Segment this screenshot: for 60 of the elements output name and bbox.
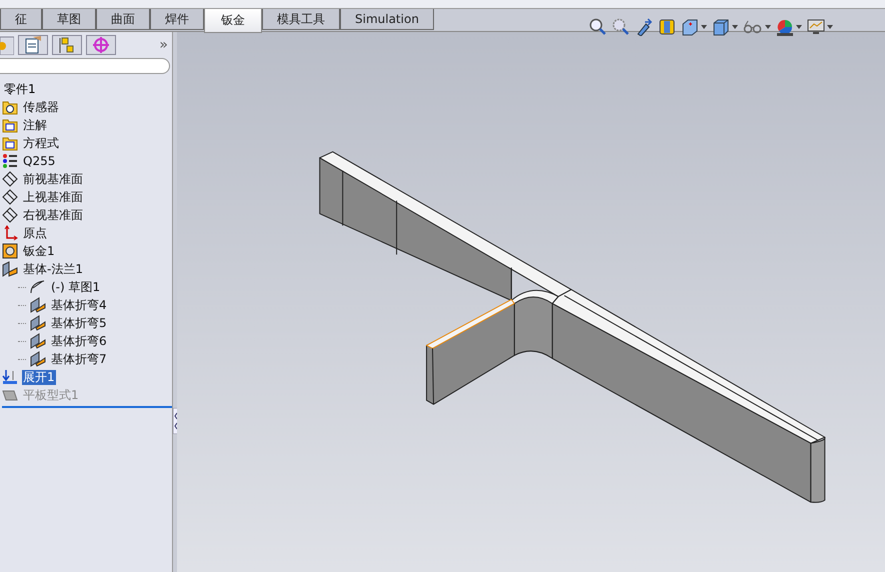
glasses-icon[interactable] <box>743 18 763 36</box>
unfold-icon <box>2 369 18 385</box>
ribbon-tab[interactable]: 曲面 <box>96 9 150 30</box>
crosshair-tab-icon[interactable] <box>86 35 116 55</box>
more-button[interactable]: » <box>159 37 168 53</box>
tree-item[interactable]: 基体折弯5 <box>50 316 108 330</box>
caret-icon[interactable] <box>701 25 707 29</box>
tree-item[interactable]: 注解 <box>22 118 48 132</box>
bend-icon <box>30 297 46 313</box>
tree-item[interactable]: 前视基准面 <box>22 172 84 186</box>
plane-icon <box>2 207 18 223</box>
tree-item[interactable]: 传感器 <box>22 100 60 114</box>
tree-item[interactable]: 基体-法兰1 <box>22 262 84 276</box>
caret-icon[interactable] <box>765 25 771 29</box>
origin-icon <box>2 225 18 241</box>
sheet-metal-icon <box>2 243 18 259</box>
tree-item[interactable]: 上视基准面 <box>22 190 84 204</box>
sketch-icon <box>30 279 46 295</box>
tree-item[interactable]: 原点 <box>22 226 48 240</box>
bend-icon <box>30 351 46 367</box>
cube-icon[interactable] <box>712 18 730 36</box>
material-icon <box>2 153 18 169</box>
tree-item[interactable]: 基体折弯4 <box>50 298 108 312</box>
section-view-icon[interactable] <box>658 18 676 36</box>
plane-icon <box>2 171 18 187</box>
tree-item[interactable]: 右视基准面 <box>22 208 84 222</box>
view-orientation-icon[interactable] <box>681 18 699 36</box>
ribbon-tab[interactable]: 钣金 <box>204 9 262 33</box>
appearance-ball-icon[interactable] <box>776 18 794 36</box>
monitor-icon[interactable] <box>807 18 825 36</box>
configuration-tab-icon[interactable] <box>52 35 82 55</box>
zoom-area-icon[interactable] <box>612 18 630 36</box>
filter-field[interactable] <box>0 58 170 74</box>
zoom-to-fit-icon[interactable] <box>589 18 607 36</box>
tree-item[interactable]: 钣金1 <box>22 244 56 258</box>
tree-item[interactable]: 基体折弯7 <box>50 352 108 366</box>
plane-icon <box>2 189 18 205</box>
ribbon-tab[interactable]: 征 <box>0 9 42 30</box>
feature-tree-tab-icon[interactable] <box>0 35 14 55</box>
ribbon-tab[interactable]: 焊件 <box>150 9 204 30</box>
tree-root-label[interactable]: 零件1 <box>2 80 172 98</box>
tree-item[interactable]: (-) 草图1 <box>50 280 102 294</box>
tree-item[interactable]: 方程式 <box>22 136 60 150</box>
ribbon-tab[interactable]: Simulation <box>340 9 434 30</box>
tree-item[interactable]: 基体折弯6 <box>50 334 108 348</box>
flange-icon <box>2 261 18 277</box>
bend-icon <box>30 333 46 349</box>
ribbon-tab[interactable]: 草图 <box>42 9 96 30</box>
tree-item[interactable]: Q255 <box>22 154 56 168</box>
caret-icon[interactable] <box>827 25 833 29</box>
gauge-folder-icon <box>2 99 18 115</box>
ribbon-tab[interactable]: 模具工具 <box>262 9 340 30</box>
tree-item[interactable]: 展开1 <box>22 370 56 384</box>
folder-icon <box>2 135 18 151</box>
property-tab-icon[interactable] <box>18 35 48 55</box>
folder-icon <box>2 117 18 133</box>
caret-icon[interactable] <box>796 25 802 29</box>
previous-view-icon[interactable] <box>635 18 653 36</box>
bend-icon <box>30 315 46 331</box>
caret-icon[interactable] <box>732 25 738 29</box>
